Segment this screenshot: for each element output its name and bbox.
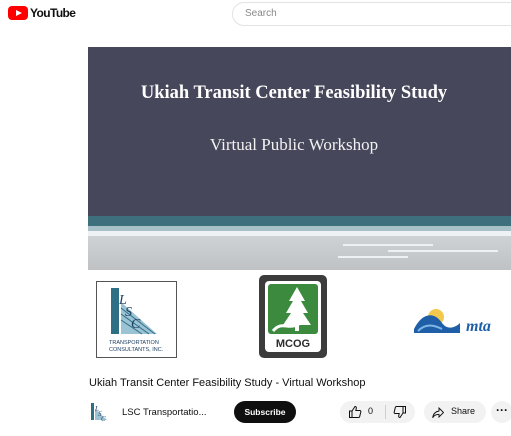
youtube-logo[interactable]: YouTube bbox=[8, 6, 76, 20]
share-icon bbox=[432, 406, 445, 419]
search-box[interactable]: Search bbox=[232, 2, 511, 26]
channel-avatar[interactable]: L S C bbox=[88, 401, 110, 425]
like-divider bbox=[385, 405, 386, 419]
share-label: Share bbox=[451, 406, 476, 416]
slide-streak bbox=[388, 250, 498, 252]
lsc-logo-graphic: L S C TRANSPORTATION CONSULTANTS, INC. bbox=[109, 288, 164, 353]
mta-text: mta bbox=[466, 318, 491, 335]
lsc-caption-1: TRANSPORTATION bbox=[109, 340, 159, 346]
search-input[interactable]: Search bbox=[245, 8, 277, 19]
slide-subtitle: Virtual Public Workshop bbox=[209, 135, 379, 154]
lsc-caption-2: CONSULTANTS, INC. bbox=[109, 347, 164, 353]
share-button[interactable]: Share bbox=[424, 401, 486, 423]
mcog-logo: MCOG bbox=[259, 275, 327, 358]
video-title: Ukiah Transit Center Feasibility Study -… bbox=[89, 377, 366, 389]
top-bar: YouTube Search bbox=[0, 0, 511, 30]
youtube-play-icon bbox=[8, 6, 28, 20]
mcog-text: MCOG bbox=[276, 338, 310, 350]
slide-band-teal bbox=[88, 216, 511, 226]
mta-logo: mta bbox=[412, 303, 511, 337]
slide-band-grey bbox=[88, 236, 511, 270]
svg-text:C: C bbox=[101, 415, 106, 423]
like-dislike-group: 0 bbox=[340, 401, 415, 423]
like-count: 0 bbox=[368, 406, 374, 416]
brand-text: YouTube bbox=[30, 6, 76, 20]
slide-title: Ukiah Transit Center Feasibility Study bbox=[140, 83, 448, 103]
more-icon[interactable]: ··· bbox=[491, 401, 511, 423]
mta-logo-graphic: mta bbox=[414, 309, 491, 335]
mcog-logo-graphic: MCOG bbox=[265, 281, 321, 352]
video-player[interactable]: Ukiah Transit Center Feasibility Study V… bbox=[88, 47, 511, 270]
channel-avatar-icon: L S C bbox=[89, 402, 109, 424]
lsc-logo: L S C TRANSPORTATION CONSULTANTS, INC. bbox=[96, 281, 177, 358]
subscribe-button[interactable]: Subscribe bbox=[234, 401, 296, 423]
thumbs-down-icon[interactable] bbox=[393, 405, 407, 419]
slide-streak bbox=[338, 256, 408, 258]
svg-text:C: C bbox=[131, 317, 141, 332]
thumbs-up-icon[interactable] bbox=[348, 405, 362, 419]
slide-streak bbox=[343, 244, 433, 246]
channel-name[interactable]: LSC Transportatio... bbox=[122, 407, 206, 418]
